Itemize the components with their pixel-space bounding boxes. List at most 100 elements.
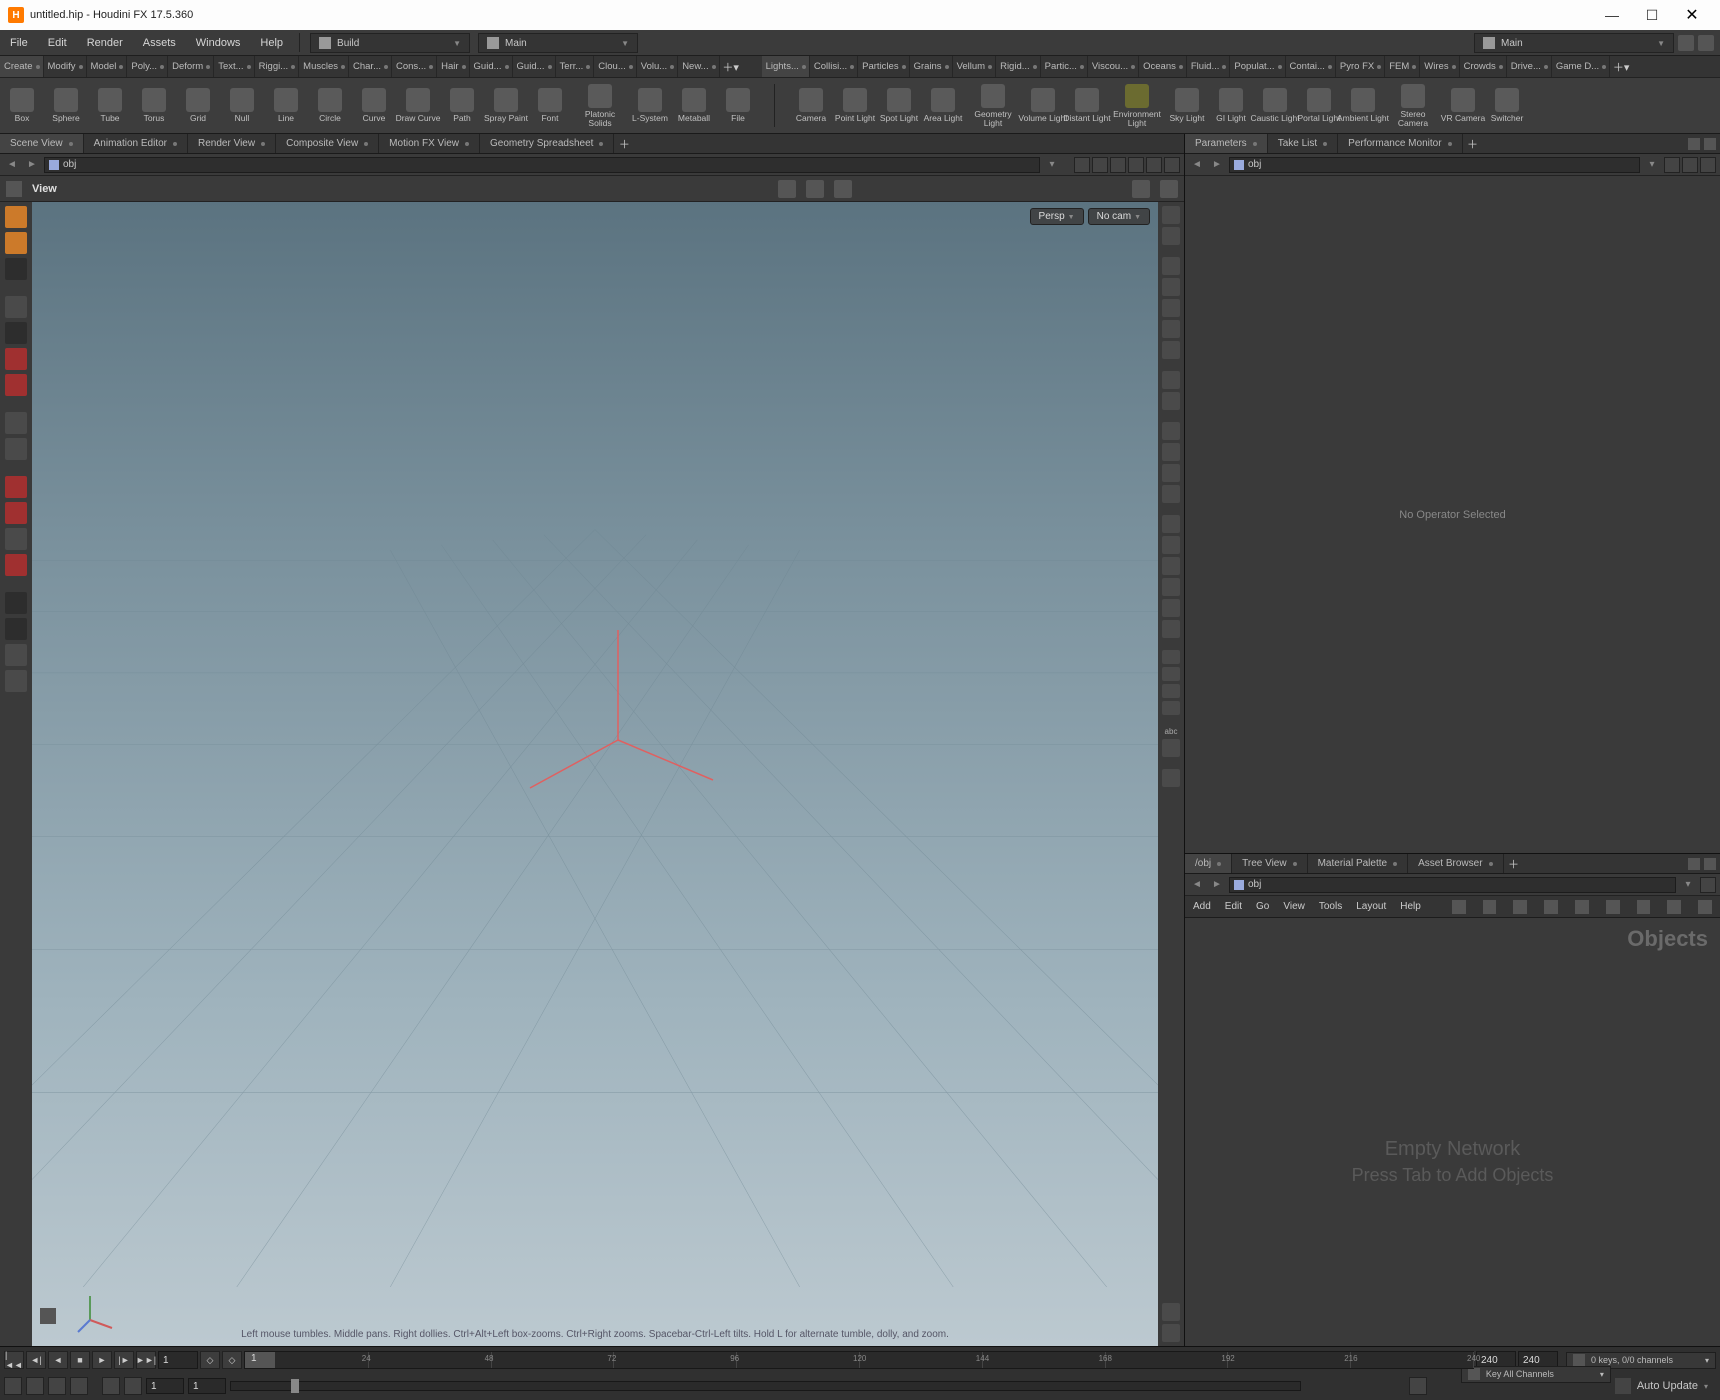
- opt4-icon[interactable]: [5, 670, 27, 692]
- tool-line[interactable]: Line: [264, 78, 308, 133]
- shelf-tab[interactable]: Game D...: [1552, 56, 1610, 77]
- tool-gi-light[interactable]: GI Light: [1209, 78, 1253, 133]
- tool-vr-camera[interactable]: VR Camera: [1441, 78, 1485, 133]
- shelf-tab[interactable]: Hair: [437, 56, 469, 77]
- tool-sphere[interactable]: Sphere: [44, 78, 88, 133]
- record2-icon[interactable]: [5, 374, 27, 396]
- n2-icon[interactable]: [1483, 900, 1497, 914]
- link-icon[interactable]: [1092, 157, 1108, 173]
- handle3-icon[interactable]: [834, 180, 852, 198]
- tool-point-light[interactable]: Point Light: [833, 78, 877, 133]
- menu-render[interactable]: Render: [77, 30, 133, 55]
- shelf-tab[interactable]: Lights...: [762, 56, 810, 77]
- draw1-icon[interactable]: [1162, 422, 1180, 440]
- lock-icon[interactable]: [5, 322, 27, 344]
- disp1-icon[interactable]: [1162, 257, 1180, 275]
- tool-spray-paint[interactable]: Spray Paint: [484, 78, 528, 133]
- pin-icon[interactable]: [1700, 877, 1716, 893]
- pane-add-icon[interactable]: ＋: [1463, 134, 1483, 153]
- pane-tab[interactable]: Asset Browser: [1408, 854, 1503, 873]
- gear-icon[interactable]: [1128, 157, 1144, 173]
- n8-icon[interactable]: [1667, 900, 1681, 914]
- link-icon[interactable]: [1682, 157, 1698, 173]
- net-menu-tools[interactable]: Tools: [1319, 901, 1342, 912]
- pane-tab[interactable]: Motion FX View: [379, 134, 480, 153]
- n3-icon[interactable]: [1513, 900, 1527, 914]
- n7-icon[interactable]: [1637, 900, 1651, 914]
- shelf-tab[interactable]: Cons...: [392, 56, 437, 77]
- viewport-3d[interactable]: Persp▼ No cam▼ Left mouse tumbles. Middl…: [32, 202, 1158, 1346]
- shelf-tab[interactable]: Viscou...: [1088, 56, 1139, 77]
- geo-icon[interactable]: [1162, 769, 1180, 787]
- param-path-input[interactable]: obj: [1229, 157, 1640, 173]
- tool-l-system[interactable]: L-System: [628, 78, 672, 133]
- range-opt-icon[interactable]: [26, 1377, 44, 1395]
- auto-update-label[interactable]: Auto Update: [1637, 1380, 1698, 1392]
- tool-stereo-camera[interactable]: StereoCamera: [1385, 78, 1441, 133]
- sh3-icon[interactable]: [1162, 557, 1180, 575]
- shelf-tab[interactable]: Collisi...: [810, 56, 858, 77]
- tool-curve[interactable]: Curve: [352, 78, 396, 133]
- handle2-icon[interactable]: [806, 180, 824, 198]
- snap2-icon[interactable]: [5, 438, 27, 460]
- shelf-tab[interactable]: Char...: [349, 56, 392, 77]
- pane-tab[interactable]: Performance Monitor: [1338, 134, 1462, 153]
- opt2-icon[interactable]: [5, 618, 27, 640]
- n6-icon[interactable]: [1606, 900, 1620, 914]
- shelf-tab[interactable]: Oceans: [1139, 56, 1187, 77]
- realtime-icon[interactable]: [48, 1377, 66, 1395]
- gear-icon[interactable]: [1688, 858, 1700, 870]
- shelf-tab[interactable]: Pyro FX: [1336, 56, 1385, 77]
- tool-sky-light[interactable]: Sky Light: [1165, 78, 1209, 133]
- disp2-icon[interactable]: [1162, 278, 1180, 296]
- menu-help[interactable]: Help: [250, 30, 293, 55]
- path-input[interactable]: obj: [44, 157, 1040, 173]
- pane-tab[interactable]: Material Palette: [1308, 854, 1408, 873]
- play-back-button[interactable]: ◄: [48, 1351, 68, 1369]
- home-icon[interactable]: [1110, 157, 1126, 173]
- timeline-track[interactable]: 1 24487296120144168192216240: [244, 1351, 1474, 1369]
- split-icon[interactable]: [1146, 157, 1162, 173]
- nav-fwd-icon[interactable]: ►: [24, 157, 40, 173]
- tool-draw-curve[interactable]: Draw Curve: [396, 78, 440, 133]
- layout-icon[interactable]: [1132, 180, 1150, 198]
- max-icon[interactable]: [1164, 157, 1180, 173]
- shelf-tab[interactable]: Rigid...: [996, 56, 1041, 77]
- shelf-tab[interactable]: Crowds: [1460, 56, 1507, 77]
- range-end-input[interactable]: [188, 1378, 226, 1394]
- draw3-icon[interactable]: [1162, 464, 1180, 482]
- tool-circle[interactable]: Circle: [308, 78, 352, 133]
- step-back-button[interactable]: ◄|: [26, 1351, 46, 1369]
- shelf-tab[interactable]: Deform: [168, 56, 214, 77]
- tool-torus[interactable]: Torus: [132, 78, 176, 133]
- range-start-input[interactable]: [146, 1378, 184, 1394]
- net-path-input[interactable]: obj: [1229, 877, 1676, 893]
- sh4-icon[interactable]: [1162, 578, 1180, 596]
- pane-tab[interactable]: /obj: [1185, 854, 1232, 873]
- pane-add-icon[interactable]: ＋: [1504, 854, 1524, 873]
- snap5-icon[interactable]: [5, 528, 27, 550]
- shelf-tab[interactable]: Guid...: [513, 56, 556, 77]
- net-menu-go[interactable]: Go: [1256, 901, 1269, 912]
- disp4-icon[interactable]: [1162, 320, 1180, 338]
- pane-tab[interactable]: Geometry Spreadsheet: [480, 134, 614, 153]
- shelf-tab[interactable]: Clou...: [594, 56, 636, 77]
- play-button[interactable]: ►: [92, 1351, 112, 1369]
- maximize-button[interactable]: ☐: [1632, 1, 1672, 29]
- shelf-tab[interactable]: Grains: [910, 56, 953, 77]
- desktop-build-combo[interactable]: Build ▼: [310, 33, 470, 53]
- loop-icon[interactable]: [70, 1377, 88, 1395]
- update-icon[interactable]: [1615, 1378, 1631, 1394]
- pointer-icon[interactable]: [5, 296, 27, 318]
- draw2-icon[interactable]: [1162, 443, 1180, 461]
- frame-marker[interactable]: 1: [245, 1352, 275, 1368]
- shelf-tab[interactable]: Create: [0, 56, 44, 77]
- mode4-icon[interactable]: [1162, 701, 1180, 715]
- shelf-tab[interactable]: Vellum: [953, 56, 997, 77]
- select-tool[interactable]: [5, 206, 27, 228]
- mode1-icon[interactable]: [1162, 650, 1180, 664]
- opt1-icon[interactable]: [5, 592, 27, 614]
- net-menu-edit[interactable]: Edit: [1225, 901, 1242, 912]
- disp5-icon[interactable]: [1162, 341, 1180, 359]
- pin-icon[interactable]: [1664, 157, 1680, 173]
